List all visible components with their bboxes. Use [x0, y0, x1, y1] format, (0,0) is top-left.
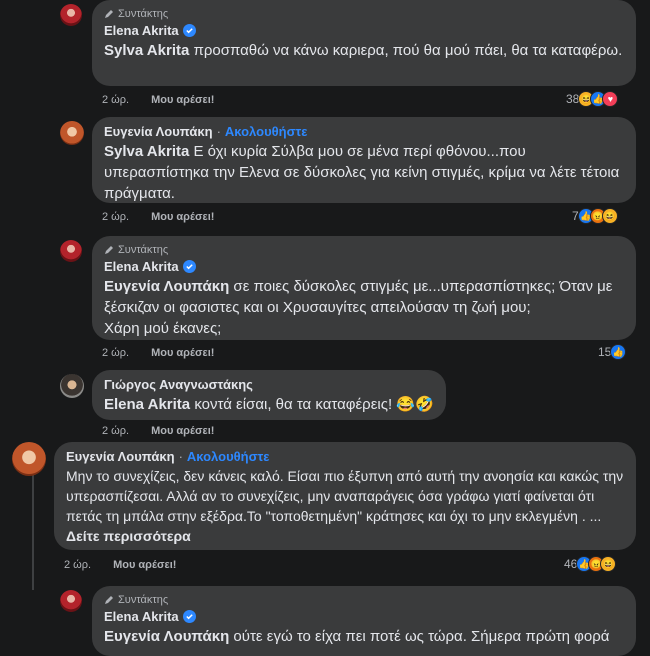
- reaction-summary[interactable]: 46 👍 😠 😆: [564, 556, 617, 572]
- pen-icon: [105, 10, 113, 18]
- comment-text: Sylva Akrita προσπαθώ να κάνω καριερα, π…: [104, 42, 623, 59]
- reaction-count: 46: [564, 557, 578, 571]
- comment-actions: 2 ώρ. Μου αρέσει!: [102, 94, 214, 106]
- follow-link[interactable]: Ακολουθήστε: [187, 449, 270, 464]
- comment-bubble: Συντάκτης Elena Akrita Ευγενία Λουπάκη σ…: [92, 236, 636, 340]
- comment-time[interactable]: 2 ώρ.: [64, 559, 91, 571]
- comment-actions: 2 ώρ. Μου αρέσει!: [102, 425, 214, 437]
- haha-reaction-icon: 😆: [600, 556, 617, 572]
- comment-time[interactable]: 2 ώρ.: [102, 347, 129, 359]
- comment-time[interactable]: 2 ώρ.: [102, 94, 129, 106]
- love-reaction-icon: ♥: [602, 91, 619, 107]
- commenter-name[interactable]: Ευγενία Λουπάκη · Ακολουθήστε: [104, 124, 624, 139]
- comment-actions: 2 ώρ. Μου αρέσει!: [102, 211, 214, 223]
- like-button[interactable]: Μου αρέσει!: [151, 347, 214, 359]
- avatar[interactable]: [60, 121, 84, 145]
- commenter-name[interactable]: Ευγενία Λουπάκη · Ακολουθήστε: [66, 449, 624, 464]
- follow-link[interactable]: Ακολουθήστε: [225, 124, 308, 139]
- comment-time[interactable]: 2 ώρ.: [102, 425, 129, 437]
- reaction-summary[interactable]: 15 👍: [598, 344, 627, 360]
- see-more-link[interactable]: Δείτε περισσότερα: [66, 528, 191, 544]
- verified-icon: [182, 260, 196, 273]
- comment-bubble: Συντάκτης Elena Akrita Sylva Akrita προσ…: [92, 0, 636, 86]
- reaction-summary[interactable]: 38 😆 👍 ♥: [566, 91, 619, 107]
- comment-actions: 2 ώρ. Μου αρέσει!: [64, 559, 176, 571]
- comment-bubble: Γιώργος Αναγνωστάκης Elena Akrita κοντά …: [92, 370, 446, 420]
- mention-link[interactable]: Sylva Akrita: [104, 42, 189, 59]
- like-reaction-icon: 👍: [610, 344, 627, 360]
- verified-icon: [182, 24, 196, 37]
- avatar[interactable]: [12, 442, 46, 476]
- author-badge: Συντάκτης: [104, 593, 624, 607]
- comment-bubble: Ευγενία Λουπάκη · Ακολουθήστε Μην το συν…: [54, 442, 636, 550]
- comment-text: Elena Akrita κοντά είσαι, θα τα καταφέρε…: [104, 396, 434, 413]
- like-button[interactable]: Μου αρέσει!: [151, 425, 214, 437]
- avatar[interactable]: [60, 374, 84, 398]
- mention-link[interactable]: Ευγενία Λουπάκη: [104, 278, 229, 295]
- comment-bubble: Συντάκτης Elena Akrita Ευγενία Λουπάκη ο…: [92, 586, 636, 656]
- haha-reaction-icon: 😆: [601, 208, 618, 224]
- commenter-name[interactable]: Γιώργος Αναγνωστάκης: [104, 377, 434, 392]
- commenter-name[interactable]: Elena Akrita: [104, 609, 624, 624]
- commenter-name[interactable]: Elena Akrita: [104, 23, 624, 38]
- pen-icon: [105, 596, 113, 604]
- comment-text: Μην το συνεχίζεις, δεν κάνεις καλό. Είσα…: [66, 468, 624, 544]
- avatar[interactable]: [60, 4, 82, 26]
- avatar[interactable]: [60, 590, 82, 612]
- pen-icon: [105, 246, 113, 254]
- reaction-count: 15: [598, 345, 612, 359]
- mention-link[interactable]: Ευγενία Λουπάκη: [104, 628, 229, 645]
- like-button[interactable]: Μου αρέσει!: [151, 211, 214, 223]
- comment-actions: 2 ώρ. Μου αρέσει!: [102, 347, 214, 359]
- comment-text: Ευγενία Λουπάκη ούτε εγώ το είχα πει ποτ…: [104, 628, 610, 645]
- comment-time[interactable]: 2 ώρ.: [102, 211, 129, 223]
- comment-text: Ευγενία Λουπάκη σε ποιες δύσκολες στιγμέ…: [104, 278, 613, 337]
- reaction-summary[interactable]: 7 👍 😠 😆: [572, 208, 618, 224]
- like-button[interactable]: Μου αρέσει!: [113, 559, 176, 571]
- like-button[interactable]: Μου αρέσει!: [151, 94, 214, 106]
- comment-text: Sylva Akrita Ε όχι κυρία Σύλβα μου σε μέ…: [104, 143, 620, 202]
- commenter-name[interactable]: Elena Akrita: [104, 259, 624, 274]
- mention-link[interactable]: Sylva Akrita: [104, 143, 189, 160]
- thread-line: [32, 470, 34, 590]
- author-badge: Συντάκτης: [104, 243, 624, 257]
- author-badge: Συντάκτης: [104, 7, 624, 21]
- reaction-count: 38: [566, 92, 580, 106]
- comment-bubble: Ευγενία Λουπάκη · Ακολουθήστε Sylva Akri…: [92, 117, 636, 203]
- verified-icon: [182, 610, 196, 623]
- mention-link[interactable]: Elena Akrita: [104, 396, 190, 413]
- avatar[interactable]: [60, 240, 82, 262]
